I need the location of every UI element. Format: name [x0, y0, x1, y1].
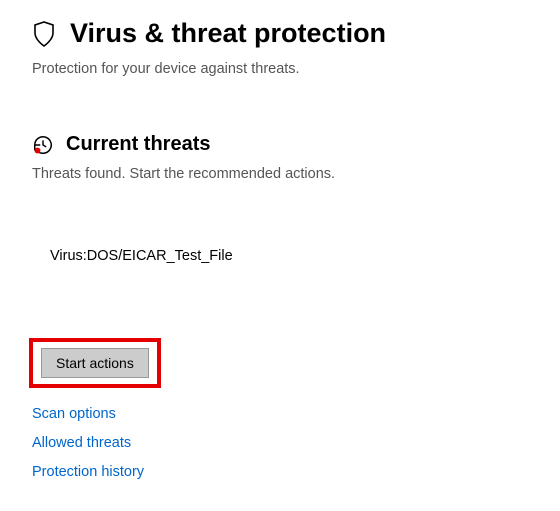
scan-options-link[interactable]: Scan options	[32, 406, 528, 422]
links-list: Scan options Allowed threats Protection …	[32, 406, 528, 480]
page-title: Virus & threat protection	[70, 18, 386, 49]
start-actions-button[interactable]: Start actions	[41, 348, 149, 378]
section-header: Current threats	[32, 133, 528, 156]
page-subtitle: Protection for your device against threa…	[32, 61, 528, 77]
threat-item: Virus:DOS/EICAR_Test_File	[50, 248, 528, 264]
page-header: Virus & threat protection	[32, 18, 528, 49]
annotation-highlight: Start actions	[29, 338, 161, 388]
section-subtitle: Threats found. Start the recommended act…	[32, 166, 528, 182]
section-title: Current threats	[66, 133, 210, 156]
shield-icon	[32, 20, 56, 48]
allowed-threats-link[interactable]: Allowed threats	[32, 435, 528, 451]
scan-history-icon	[32, 134, 54, 156]
protection-history-link[interactable]: Protection history	[32, 464, 528, 480]
